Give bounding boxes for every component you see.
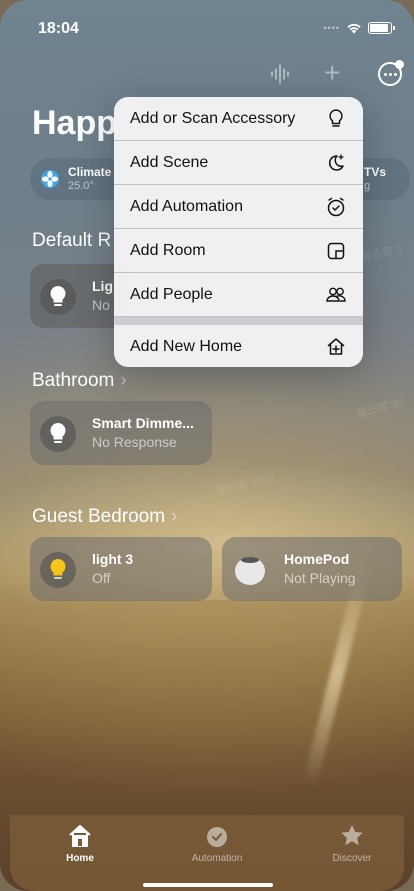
automation-icon <box>207 827 227 847</box>
add-plus-icon[interactable]: + <box>324 59 340 87</box>
watermark: 潮云客 3 <box>359 243 404 265</box>
watermark: 潮云客 3022 <box>214 471 277 499</box>
tab-automation[interactable]: Automation <box>182 823 252 864</box>
battery-icon <box>368 22 395 34</box>
status-icons: •••• <box>323 22 395 34</box>
room-icon <box>327 242 345 260</box>
tile-state: No <box>92 297 110 313</box>
add-menu: Add or Scan Accessory Add Scene Add Auto… <box>114 97 363 367</box>
accessory-tile-light-3[interactable]: light 3 Off <box>30 537 212 601</box>
status-time: 18:04 <box>38 20 79 37</box>
bulb-on-icon <box>40 552 76 588</box>
climate-chip-value: 25.0° <box>68 180 94 192</box>
tab-discover-label: Discover <box>332 853 372 864</box>
scene-icon <box>328 154 344 171</box>
menu-separator <box>114 317 363 325</box>
section-default-room-label: Default R <box>32 230 112 251</box>
home-indicator[interactable] <box>143 883 273 887</box>
menu-item-label: Add Room <box>130 241 206 259</box>
tvs-chip-title: TVs <box>364 165 387 179</box>
status-bar: 18:04 •••• <box>0 0 414 60</box>
tvs-chip-value: g <box>364 180 371 192</box>
home-app-screen: 18:04 •••• + Happ Climate 25.0° TVs g De… <box>0 0 414 891</box>
chevron-right-icon: › <box>171 506 178 527</box>
top-toolbar: + <box>0 59 414 90</box>
climate-chip-title: Climate <box>68 165 112 179</box>
tile-name: Smart Dimme... <box>92 415 194 431</box>
tab-bar: Home Automation Discover <box>10 815 404 891</box>
menu-item-label: Add Automation <box>130 197 243 215</box>
tile-name: light 3 <box>92 551 134 567</box>
home-title: Happ <box>32 104 117 142</box>
section-guest-bedroom[interactable]: Guest Bedroom › <box>32 506 177 528</box>
menu-item-add-scene[interactable]: Add Scene <box>114 141 363 185</box>
menu-item-add-new-home[interactable]: Add New Home <box>114 325 363 367</box>
watermark: 潮云客 30 <box>354 397 405 421</box>
tile-state: Off <box>92 570 111 586</box>
section-bathroom-label: Bathroom <box>32 370 115 391</box>
home-plus-icon <box>327 338 345 355</box>
more-options-icon[interactable] <box>378 60 404 86</box>
fan-icon <box>41 170 59 188</box>
clock-icon <box>327 197 345 217</box>
tile-state: Not Playing <box>284 570 356 586</box>
bulb-icon <box>329 109 343 127</box>
menu-item-label: Add New Home <box>130 338 243 355</box>
home-icon <box>69 825 91 847</box>
menu-item-label: Add People <box>130 285 213 303</box>
wifi-icon <box>347 23 361 34</box>
menu-item-add-room[interactable]: Add Room <box>114 229 363 273</box>
tab-home[interactable]: Home <box>45 823 115 864</box>
section-guest-bedroom-label: Guest Bedroom <box>32 506 166 527</box>
homepod-icon <box>232 552 268 588</box>
bulb-icon <box>40 416 76 452</box>
menu-item-add-people[interactable]: Add People <box>114 273 363 317</box>
chevron-right-icon: › <box>120 370 127 391</box>
signal-dots-icon: •••• <box>323 23 340 33</box>
accessory-tile-smart-dimmer[interactable]: Smart Dimme... No Response <box>30 401 212 465</box>
intercom-waveform-icon[interactable] <box>270 62 290 86</box>
section-bathroom[interactable]: Bathroom › <box>32 370 127 392</box>
tile-name: HomePod <box>284 551 350 567</box>
tab-discover[interactable]: Discover <box>317 823 387 864</box>
people-icon <box>326 287 346 302</box>
star-icon <box>341 825 363 846</box>
menu-item-label: Add or Scan Accessory <box>130 109 296 127</box>
accessory-tile-homepod[interactable]: HomePod Not Playing <box>222 537 402 601</box>
section-default-room[interactable]: Default R <box>32 230 111 252</box>
tab-automation-label: Automation <box>191 853 243 864</box>
menu-item-add-automation[interactable]: Add Automation <box>114 185 363 229</box>
menu-item-add-accessory[interactable]: Add or Scan Accessory <box>114 97 363 141</box>
bulb-icon <box>40 279 76 315</box>
tile-state: No Response <box>92 434 177 450</box>
tile-name: Lig <box>92 278 113 294</box>
menu-item-label: Add Scene <box>130 153 209 171</box>
tab-home-label: Home <box>66 853 94 864</box>
